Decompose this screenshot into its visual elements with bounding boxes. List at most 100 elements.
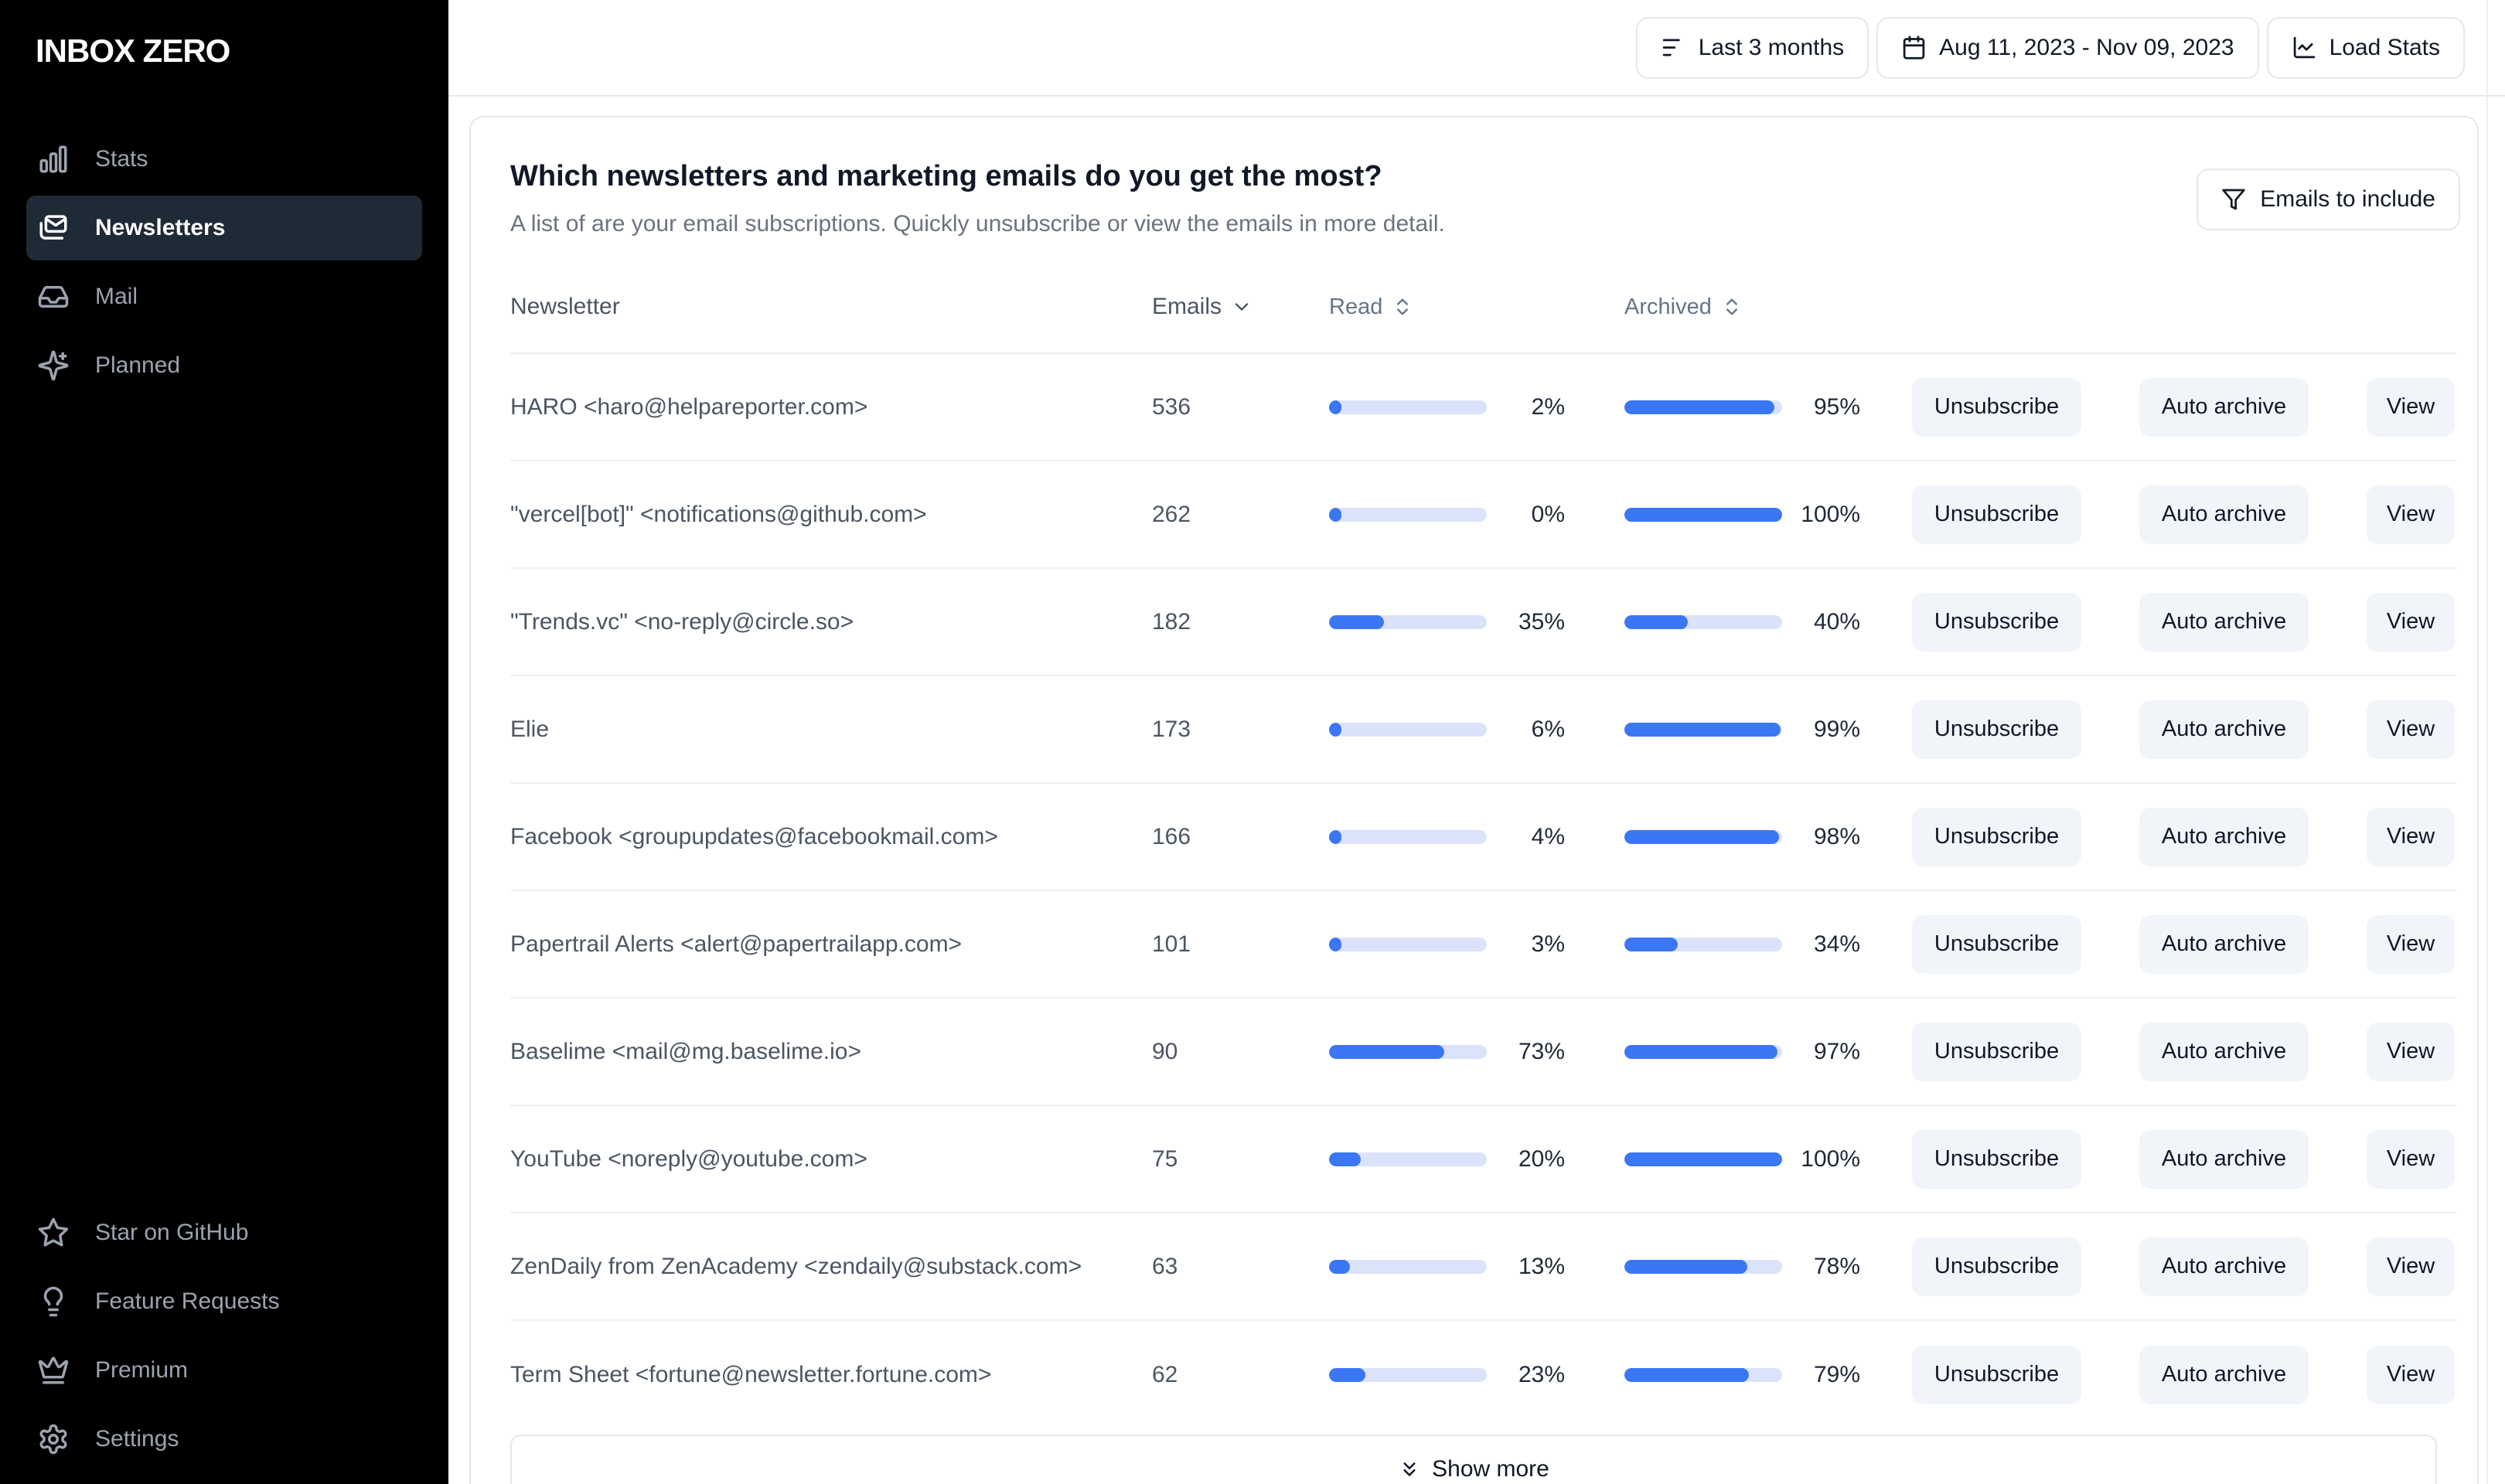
unsubscribe-button[interactable]: Unsubscribe	[1912, 1022, 2081, 1081]
view-button[interactable]: View	[2367, 1237, 2455, 1296]
view-button[interactable]: View	[2367, 807, 2455, 866]
show-more-button[interactable]: Show more	[510, 1435, 2437, 1484]
emails-to-include-button[interactable]: Emails to include	[2197, 168, 2460, 230]
auto-archive-button[interactable]: Auto archive	[2139, 485, 2309, 544]
sidebar-item-newsletters[interactable]: Newsletters	[26, 196, 422, 260]
show-more-label: Show more	[1432, 1456, 1549, 1482]
archived-pct: 100%	[1801, 1145, 1860, 1172]
newsletter-name: "Trends.vc" <no-reply@circle.so>	[510, 608, 854, 635]
auto-archive-button[interactable]: Auto archive	[2139, 1129, 2309, 1189]
read-bar	[1329, 1152, 1487, 1166]
view-button[interactable]: View	[2367, 1345, 2455, 1404]
view-button[interactable]: View	[2367, 485, 2455, 544]
calendar-icon	[1903, 36, 1925, 60]
view-button[interactable]: View	[2367, 1129, 2455, 1189]
archived-bar	[1624, 1259, 1782, 1274]
date-range-button[interactable]: Aug 11, 2023 - Nov 09, 2023	[1876, 16, 2259, 79]
gear-icon	[39, 1424, 67, 1455]
read-bar-fill	[1329, 1367, 1365, 1382]
read-bar	[1329, 1367, 1487, 1382]
view-button[interactable]: View	[2367, 1022, 2455, 1081]
load-stats-button[interactable]: Load Stats	[2266, 16, 2465, 79]
filter-lines-icon	[1662, 39, 1680, 56]
read-bar-fill	[1329, 1259, 1350, 1274]
brand-logo[interactable]: INBOX ZERO	[0, 0, 448, 70]
sidebar-item-stats[interactable]: Stats	[26, 127, 422, 192]
sparkles-icon	[38, 350, 69, 381]
newsletters-icon	[39, 215, 67, 240]
archived-bar-fill	[1624, 614, 1688, 629]
chevrons-up-down-icon	[1726, 298, 1737, 315]
unsubscribe-button[interactable]: Unsubscribe	[1912, 1237, 2081, 1296]
sidebar-item-planned[interactable]: Planned	[26, 333, 422, 398]
date-preset-label: Last 3 months	[1698, 34, 1845, 60]
line-chart-icon	[2293, 36, 2315, 59]
newsletter-name: YouTube <noreply@youtube.com>	[510, 1145, 867, 1172]
auto-archive-button[interactable]: Auto archive	[2139, 807, 2309, 866]
archived-pct: 100%	[1801, 501, 1860, 527]
read-bar-fill	[1329, 1152, 1361, 1166]
unsubscribe-button[interactable]: Unsubscribe	[1912, 485, 2081, 544]
unsubscribe-button[interactable]: Unsubscribe	[1912, 592, 2081, 652]
sidebar-item-label: Feature Requests	[95, 1288, 280, 1314]
crown-icon	[38, 1356, 69, 1384]
archived-bar-fill	[1624, 400, 1774, 414]
auto-archive-button[interactable]: Auto archive	[2139, 377, 2309, 437]
auto-archive-button[interactable]: Auto archive	[2139, 1022, 2309, 1081]
table-row: HARO <haro@helpareporter.com> 536 2% 95%…	[510, 354, 2456, 461]
auto-archive-button[interactable]: Auto archive	[2139, 592, 2309, 652]
read-bar	[1329, 1044, 1487, 1059]
unsubscribe-button[interactable]: Unsubscribe	[1912, 914, 2081, 974]
newsletter-name: "vercel[bot]" <notifications@github.com>	[510, 501, 927, 527]
sidebar-item-mail[interactable]: Mail	[26, 264, 422, 329]
star-icon	[38, 1217, 69, 1247]
read-bar-fill	[1329, 937, 1341, 951]
column-archived-sort[interactable]: Archived	[1624, 294, 1743, 320]
auto-archive-button[interactable]: Auto archive	[2139, 1237, 2309, 1296]
table-row: Elie 173 6% 99% Unsubscribe Auto archive…	[510, 676, 2456, 784]
load-stats-label: Load Stats	[2329, 34, 2440, 60]
table-body: HARO <haro@helpareporter.com> 536 2% 95%…	[510, 354, 2456, 1428]
view-button[interactable]: View	[2367, 592, 2455, 652]
archived-bar-fill	[1624, 1044, 1777, 1059]
archived-bar-fill	[1624, 1152, 1782, 1166]
emails-count: 536	[1152, 393, 1191, 420]
archived-bar-fill	[1624, 829, 1779, 844]
table-row: ZenDaily from ZenAcademy <zendaily@subst…	[510, 1213, 2456, 1321]
view-button[interactable]: View	[2367, 377, 2455, 437]
unsubscribe-button[interactable]: Unsubscribe	[1912, 1129, 2081, 1189]
chevrons-up-down-icon	[1397, 298, 1409, 315]
table-row: Baselime <mail@mg.baselime.io> 90 73% 97…	[510, 999, 2456, 1106]
sidebar-item-settings[interactable]: Settings	[26, 1407, 422, 1472]
auto-archive-button[interactable]: Auto archive	[2139, 699, 2309, 759]
archived-bar	[1624, 1044, 1782, 1059]
sidebar-item-label: Stats	[95, 146, 148, 172]
sidebar-item-premium[interactable]: Premium	[26, 1338, 422, 1403]
auto-archive-button[interactable]: Auto archive	[2139, 914, 2309, 974]
emails-count: 262	[1152, 501, 1191, 527]
archived-bar-fill	[1624, 722, 1781, 737]
sidebar-item-label: Premium	[95, 1357, 189, 1383]
column-emails-sort[interactable]: Emails	[1152, 294, 1329, 320]
unsubscribe-button[interactable]: Unsubscribe	[1912, 807, 2081, 866]
unsubscribe-button[interactable]: Unsubscribe	[1912, 1345, 2081, 1404]
sidebar-footer-nav: Star on GitHub Feature Requests Premium …	[0, 1200, 448, 1484]
sidebar-item-star-on-github[interactable]: Star on GitHub	[26, 1200, 422, 1265]
sidebar-item-feature-requests[interactable]: Feature Requests	[26, 1269, 422, 1334]
archived-pct: 97%	[1813, 1038, 1860, 1064]
view-button[interactable]: View	[2367, 699, 2455, 759]
view-button[interactable]: View	[2367, 914, 2455, 974]
auto-archive-button[interactable]: Auto archive	[2139, 1345, 2309, 1404]
newsletter-name: HARO <haro@helpareporter.com>	[510, 393, 868, 420]
newsletter-name: Elie	[510, 716, 550, 742]
column-read-sort[interactable]: Read	[1329, 294, 1413, 320]
date-preset-button[interactable]: Last 3 months	[1635, 16, 1869, 79]
unsubscribe-button[interactable]: Unsubscribe	[1912, 699, 2081, 759]
archived-pct: 34%	[1813, 931, 1860, 957]
archived-pct: 79%	[1813, 1361, 1860, 1387]
unsubscribe-button[interactable]: Unsubscribe	[1912, 377, 2081, 437]
newsletter-name: Baselime <mail@mg.baselime.io>	[510, 1038, 861, 1064]
read-pct: 2%	[1531, 393, 1565, 420]
table-row: "vercel[bot]" <notifications@github.com>…	[510, 461, 2456, 569]
scrollbar[interactable]	[2486, 0, 2488, 1484]
